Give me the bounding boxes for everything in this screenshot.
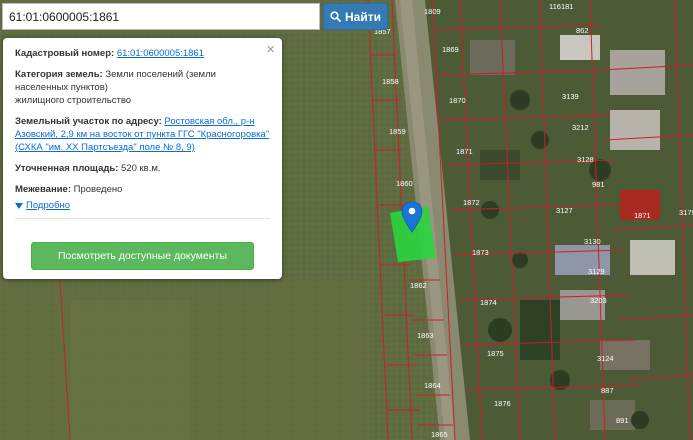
- plot-label-3212: 3212: [572, 123, 589, 132]
- plot-label-3130: 3130: [584, 237, 601, 246]
- usage-value: жилищного строительство: [15, 95, 132, 106]
- plot-label-1862: 1862: [410, 281, 427, 290]
- plot-label-891: 891: [616, 416, 629, 425]
- plot-label-3128: 3128: [577, 155, 594, 164]
- cadastral-row: Кадастровый номер: 61:01:0600005:1861: [15, 47, 270, 60]
- view-documents-label: Посмотреть доступные документы: [57, 249, 227, 262]
- details-toggle[interactable]: Подробно: [15, 199, 270, 212]
- plot-label-1860: 1860: [396, 179, 413, 188]
- divider: [15, 218, 270, 219]
- plot-label-1863: 1863: [417, 331, 434, 340]
- plot-label-981: 981: [592, 180, 605, 189]
- search-input[interactable]: [9, 9, 319, 24]
- plot-label-1875: 1875: [487, 349, 504, 358]
- plot-label-1871: 1871: [456, 147, 473, 156]
- plot-label-1865: 1865: [431, 430, 448, 439]
- parcel-info-popup: × Кадастровый номер: 61:01:0600005:1861 …: [3, 38, 282, 279]
- plot-label-3203: 3203: [590, 296, 607, 305]
- cadastral-label: Кадастровый номер:: [15, 48, 115, 59]
- address-row: Земельный участок по адресу: Ростовская …: [15, 115, 270, 154]
- area-label: Уточненная площадь:: [15, 163, 119, 174]
- plot-label-1874: 1874: [480, 298, 497, 307]
- plot-label-3124: 3124: [597, 354, 614, 363]
- plot-label-862: 862: [576, 26, 589, 35]
- view-documents-button[interactable]: Посмотреть доступные документы: [31, 242, 254, 270]
- search-button[interactable]: Найти: [323, 3, 388, 30]
- search-field[interactable]: [2, 3, 320, 30]
- caret-down-icon: [15, 202, 23, 209]
- survey-label: Межевание:: [15, 184, 71, 195]
- category-row: Категория земель: Земли поселений (земли…: [15, 68, 270, 107]
- plot-label-1872: 1872: [463, 198, 480, 207]
- cadastral-link[interactable]: 61:01:0600005:1861: [117, 48, 204, 59]
- plot-label-1876: 1876: [494, 399, 511, 408]
- search-icon: [330, 11, 341, 22]
- address-label: Земельный участок по адресу:: [15, 116, 162, 127]
- plot-label-3179: 3179: [679, 208, 693, 217]
- plot-label-3139: 3139: [562, 92, 579, 101]
- search-button-label: Найти: [345, 9, 381, 24]
- plot-label-116181: 116181: [549, 2, 573, 11]
- plot-label-1864: 1864: [424, 381, 441, 390]
- plot-label-1870: 1870: [449, 96, 466, 105]
- survey-row: Межевание: Проведено: [15, 183, 270, 196]
- plot-label-1809: 1809: [424, 7, 441, 16]
- plot-label-1869: 1869: [442, 45, 459, 54]
- plot-label-1873: 1873: [472, 248, 489, 257]
- area-value: 520 кв.м.: [121, 163, 161, 174]
- category-label: Категория земель:: [15, 69, 103, 80]
- plot-label-1858: 1858: [382, 77, 399, 86]
- survey-value: Проведено: [73, 184, 123, 195]
- plot-label-3129: 3129: [588, 267, 605, 276]
- close-icon[interactable]: ×: [266, 42, 275, 57]
- plot-label-3127: 3127: [556, 206, 573, 215]
- details-label: Подробно: [26, 200, 70, 211]
- plot-label-1859: 1859: [389, 127, 406, 136]
- plot-label-1871: 1871: [634, 211, 651, 220]
- area-row: Уточненная площадь: 520 кв.м.: [15, 162, 270, 175]
- plot-label-887: 887: [601, 386, 614, 395]
